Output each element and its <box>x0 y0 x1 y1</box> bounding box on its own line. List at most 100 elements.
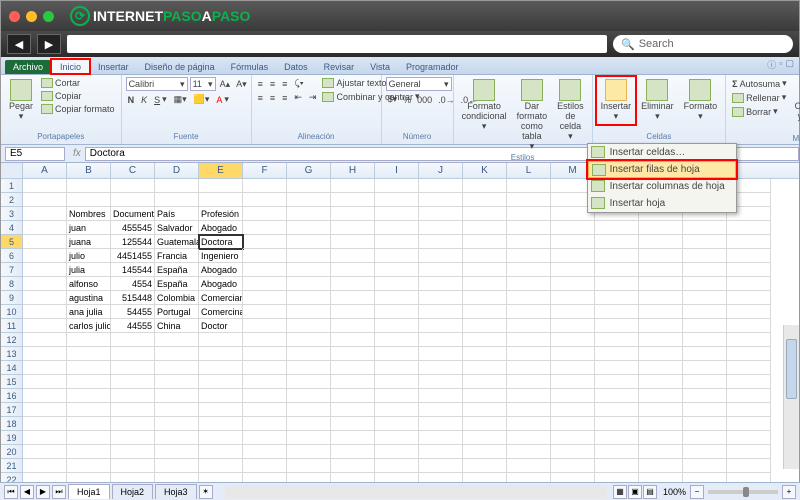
cell[interactable] <box>375 193 419 207</box>
cell[interactable] <box>551 389 595 403</box>
view-normal-button[interactable]: ▦ <box>613 485 627 499</box>
cell[interactable] <box>287 445 331 459</box>
cell[interactable] <box>331 291 375 305</box>
align-bottom-button[interactable]: ≡ <box>280 77 289 90</box>
cell[interactable] <box>683 305 727 319</box>
cell[interactable] <box>419 459 463 473</box>
cell[interactable] <box>639 291 683 305</box>
cell[interactable] <box>155 403 199 417</box>
cell[interactable] <box>287 389 331 403</box>
cell[interactable] <box>243 235 287 249</box>
cell[interactable] <box>463 417 507 431</box>
col-header[interactable]: F <box>243 163 287 178</box>
cell[interactable] <box>419 179 463 193</box>
insert-cells-button[interactable]: Insertar▾ <box>597 77 636 124</box>
cell[interactable] <box>727 235 771 249</box>
cell[interactable] <box>551 221 595 235</box>
cell[interactable] <box>23 207 67 221</box>
cell[interactable] <box>463 333 507 347</box>
cell[interactable]: Portugal <box>155 305 199 319</box>
cell[interactable]: carlos julio <box>67 319 111 333</box>
cell[interactable] <box>375 249 419 263</box>
cell[interactable] <box>507 277 551 291</box>
cell[interactable] <box>331 249 375 263</box>
row-header[interactable]: 14 <box>1 361 23 375</box>
cell[interactable] <box>683 361 727 375</box>
cell[interactable] <box>23 221 67 235</box>
cell[interactable] <box>155 375 199 389</box>
cell[interactable] <box>683 333 727 347</box>
cell[interactable] <box>639 417 683 431</box>
cell[interactable] <box>507 235 551 249</box>
cell[interactable] <box>111 347 155 361</box>
cell[interactable] <box>111 361 155 375</box>
delete-cells-button[interactable]: Eliminar▾ <box>637 77 678 124</box>
cell[interactable] <box>287 179 331 193</box>
cell[interactable] <box>463 319 507 333</box>
cell[interactable] <box>287 361 331 375</box>
menu-insert-rows[interactable]: Insertar filas de hoja <box>588 161 736 178</box>
cell[interactable] <box>639 333 683 347</box>
row-header[interactable]: 10 <box>1 305 23 319</box>
cell[interactable]: Doctora <box>199 235 243 249</box>
cell[interactable] <box>331 375 375 389</box>
cell[interactable] <box>331 221 375 235</box>
sheet-tab-2[interactable]: Hoja2 <box>112 484 154 499</box>
cell[interactable] <box>595 249 639 263</box>
cell[interactable] <box>287 375 331 389</box>
cell[interactable] <box>727 445 771 459</box>
maximize-window-icon[interactable] <box>43 11 54 22</box>
cell[interactable] <box>727 459 771 473</box>
cell[interactable] <box>507 347 551 361</box>
cell[interactable] <box>199 445 243 459</box>
row-header[interactable]: 6 <box>1 249 23 263</box>
cell[interactable] <box>639 347 683 361</box>
cell[interactable] <box>287 333 331 347</box>
cell[interactable] <box>331 389 375 403</box>
cell[interactable] <box>331 403 375 417</box>
cell[interactable] <box>419 249 463 263</box>
shrink-font-button[interactable]: A▾ <box>234 77 249 91</box>
autosum-button[interactable]: Σ Autosuma▾ <box>730 77 788 90</box>
cell[interactable]: Abogado <box>199 263 243 277</box>
zoom-out-button[interactable]: − <box>690 485 704 499</box>
cell[interactable] <box>727 277 771 291</box>
row-header[interactable]: 4 <box>1 221 23 235</box>
cell[interactable] <box>595 459 639 473</box>
cell[interactable] <box>419 291 463 305</box>
cell[interactable] <box>683 445 727 459</box>
cell[interactable]: Comercinate <box>199 305 243 319</box>
cell[interactable] <box>463 375 507 389</box>
align-middle-button[interactable]: ≡ <box>268 77 277 90</box>
fx-icon[interactable]: fx <box>73 148 81 159</box>
cell[interactable] <box>67 361 111 375</box>
cell[interactable] <box>287 193 331 207</box>
cell[interactable] <box>331 459 375 473</box>
cell[interactable] <box>243 221 287 235</box>
cell[interactable] <box>375 417 419 431</box>
currency-button[interactable]: $▾ <box>386 93 400 106</box>
cell[interactable] <box>199 431 243 445</box>
cell[interactable] <box>507 459 551 473</box>
cell[interactable] <box>199 193 243 207</box>
cell[interactable] <box>111 389 155 403</box>
cell[interactable] <box>507 431 551 445</box>
cell[interactable] <box>595 319 639 333</box>
row-header[interactable]: 21 <box>1 459 23 473</box>
cell[interactable]: Nombres <box>67 207 111 221</box>
cell[interactable] <box>463 361 507 375</box>
search-input[interactable]: 🔍 Search <box>613 35 793 53</box>
cell[interactable] <box>727 417 771 431</box>
cell[interactable] <box>551 361 595 375</box>
cell[interactable] <box>507 249 551 263</box>
cell[interactable] <box>419 417 463 431</box>
align-left-button[interactable]: ≡ <box>256 91 265 104</box>
cell[interactable]: ana julia <box>67 305 111 319</box>
select-all-button[interactable] <box>1 163 23 178</box>
font-name-combo[interactable]: Calibri▾ <box>126 77 188 91</box>
tab-developer[interactable]: Programador <box>398 60 467 74</box>
horizontal-scrollbar[interactable] <box>225 485 607 499</box>
cell[interactable] <box>375 263 419 277</box>
cell[interactable] <box>375 319 419 333</box>
orientation-button[interactable]: ⤹▾ <box>292 77 305 90</box>
